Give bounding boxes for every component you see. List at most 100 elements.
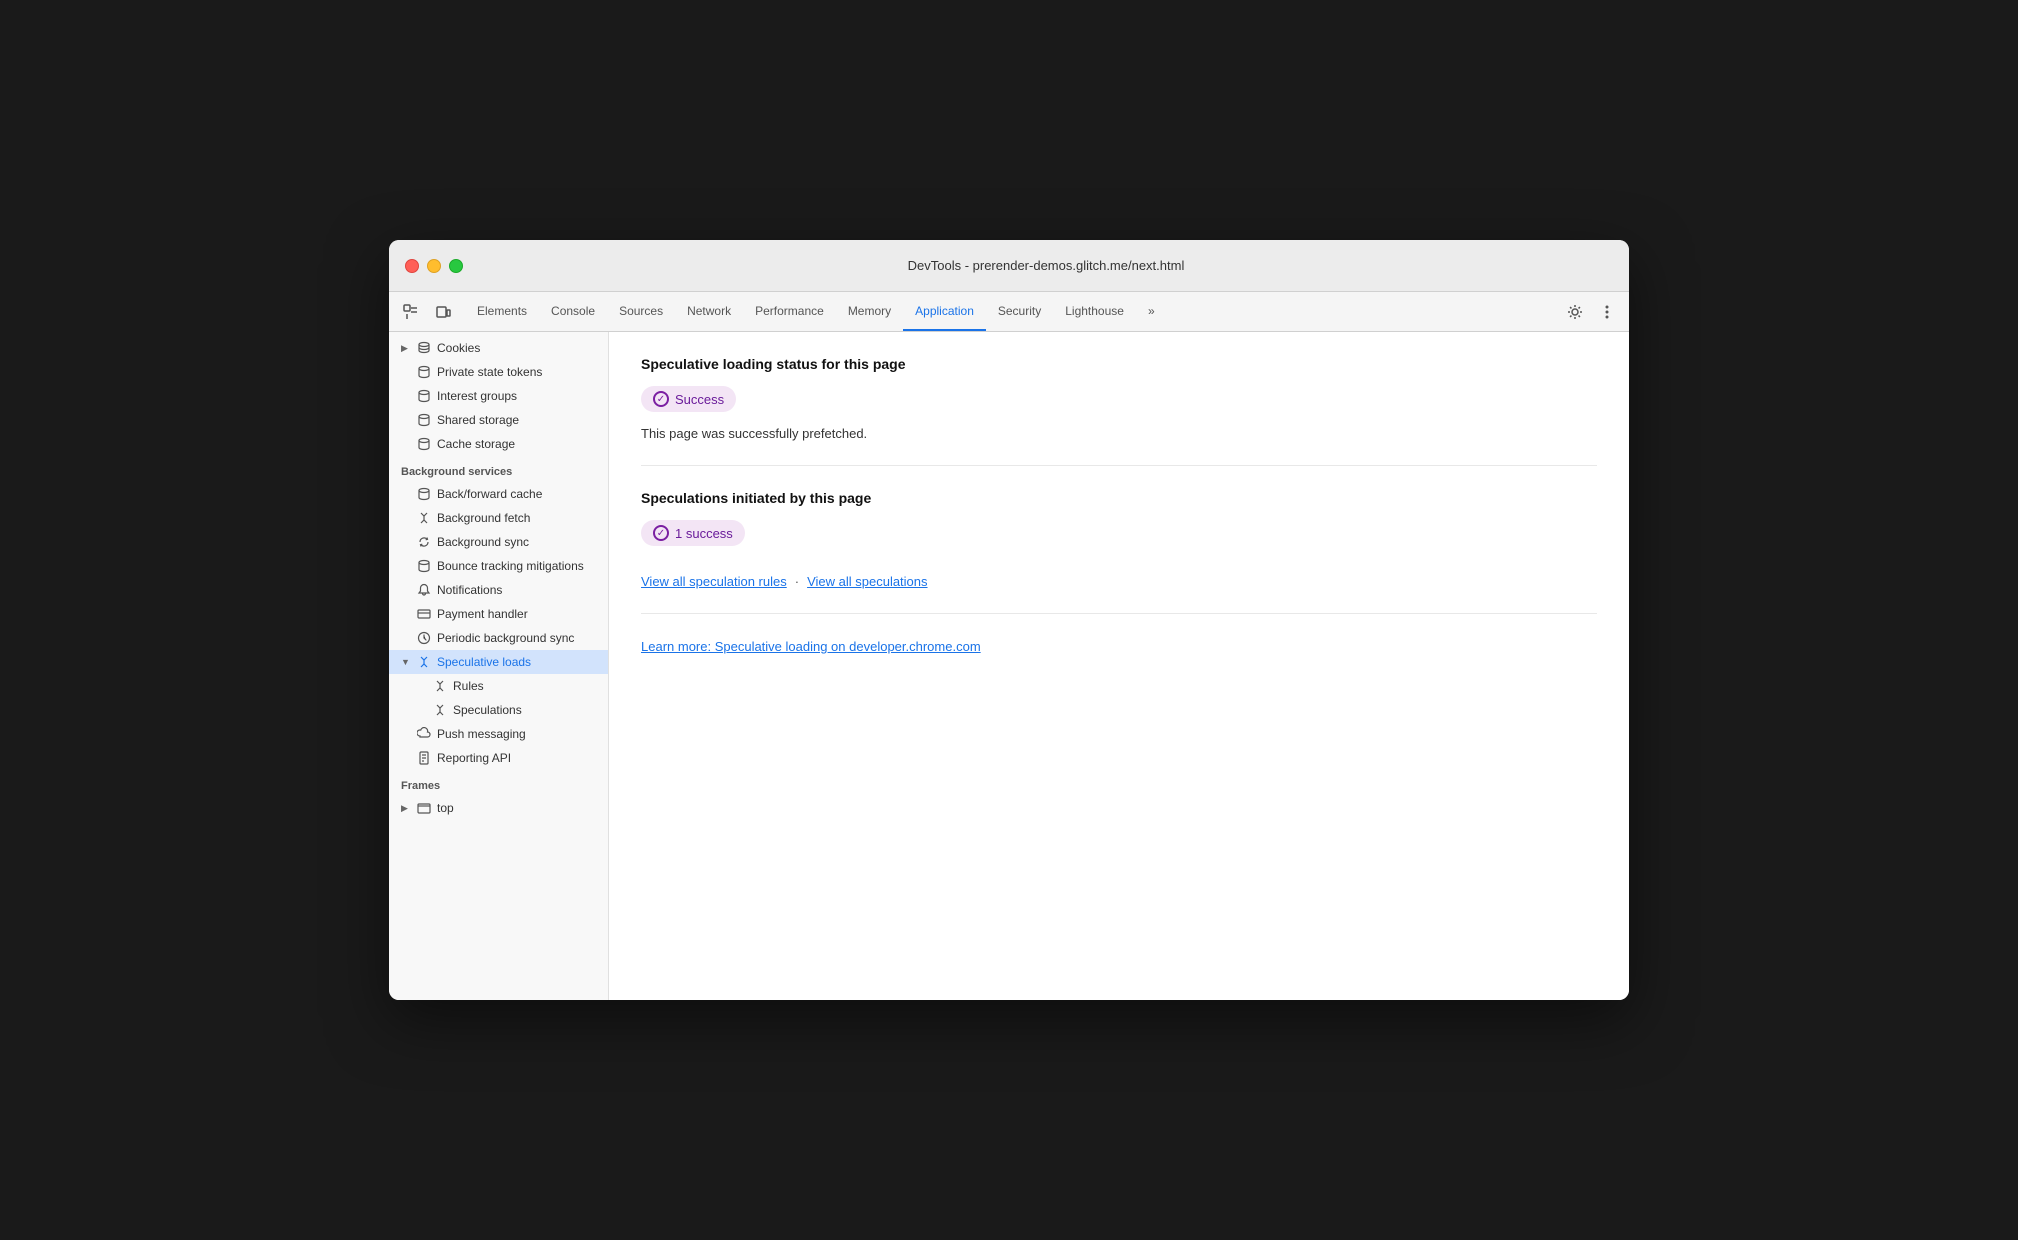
tab-elements[interactable]: Elements [465,292,539,331]
content-panel: Speculative loading status for this page… [609,332,1629,1000]
inspect-icon[interactable] [397,298,425,326]
toolbar: Elements Console Sources Network Perform… [389,292,1629,332]
rules-label: Rules [453,679,484,693]
private-state-tokens-label: Private state tokens [437,365,542,379]
speculative-loads-label: Speculative loads [437,655,531,669]
sidebar-item-private-state-tokens[interactable]: Private state tokens [389,360,608,384]
top-label: top [437,801,454,815]
speculations-title: Speculations initiated by this page [641,490,1597,506]
arrows-icon3 [433,679,447,693]
sidebar-item-cookies[interactable]: ▶ Cookies [389,336,608,360]
more-icon[interactable] [1593,298,1621,326]
one-success-badge: ✓ 1 success [641,520,745,546]
tab-more[interactable]: » [1136,292,1167,331]
sidebar-item-top[interactable]: ▶ top [389,796,608,820]
sidebar-item-shared-storage[interactable]: Shared storage [389,408,608,432]
maximize-button[interactable] [449,259,463,273]
notifications-label: Notifications [437,583,502,597]
links-row: View all speculation rules · View all sp… [641,574,1597,589]
cylinder-icon4 [417,437,431,451]
arrows-icon4 [433,703,447,717]
speculations-label: Speculations [453,703,522,717]
sidebar-item-periodic-background-sync[interactable]: Periodic background sync [389,626,608,650]
success-badge: ✓ Success [641,386,736,412]
cylinder-icon3 [417,413,431,427]
tab-lighthouse[interactable]: Lighthouse [1053,292,1136,331]
toolbar-icons [397,298,457,326]
devtools-window: DevTools - prerender-demos.glitch.me/nex… [389,240,1629,1000]
sidebar-item-payment-handler[interactable]: Payment handler [389,602,608,626]
arrows-icon2 [417,655,431,669]
frame-icon [417,801,431,815]
cylinder-icon5 [417,487,431,501]
cylinder-icon [417,365,431,379]
tab-console[interactable]: Console [539,292,607,331]
cloud-icon [417,727,431,741]
tab-memory[interactable]: Memory [836,292,903,331]
traffic-lights [405,259,463,273]
toolbar-actions [1561,298,1621,326]
sidebar-item-rules[interactable]: Rules [389,674,608,698]
sidebar-item-background-fetch[interactable]: Background fetch [389,506,608,530]
sidebar-item-interest-groups[interactable]: Interest groups [389,384,608,408]
main-content: ▶ Cookies Private state tokens [389,332,1629,1000]
sidebar-item-notifications[interactable]: Notifications [389,578,608,602]
top-arrow: ▶ [401,803,411,814]
push-messaging-label: Push messaging [437,727,526,741]
learn-more-link[interactable]: Learn more: Speculative loading on devel… [641,639,981,654]
sidebar: ▶ Cookies Private state tokens [389,332,609,1000]
sidebar-item-cache-storage[interactable]: Cache storage [389,432,608,456]
view-all-speculation-rules-link[interactable]: View all speculation rules [641,574,787,589]
tab-performance[interactable]: Performance [743,292,836,331]
device-icon[interactable] [429,298,457,326]
window-title: DevTools - prerender-demos.glitch.me/nex… [479,258,1613,273]
title-bar: DevTools - prerender-demos.glitch.me/nex… [389,240,1629,292]
settings-icon[interactable] [1561,298,1589,326]
status-section: Speculative loading status for this page… [641,356,1597,466]
check-circle-icon: ✓ [653,391,669,407]
learn-more-section: Learn more: Speculative loading on devel… [641,638,1597,680]
card-icon [417,607,431,621]
toolbar-tabs: Elements Console Sources Network Perform… [465,292,1561,331]
bell-icon [417,583,431,597]
sync-icon [417,535,431,549]
sidebar-item-background-sync[interactable]: Background sync [389,530,608,554]
background-sync-label: Background sync [437,535,529,549]
status-title: Speculative loading status for this page [641,356,1597,372]
periodic-background-sync-label: Periodic background sync [437,631,574,645]
cylinder-icon6 [417,559,431,573]
sidebar-item-bounce-tracking[interactable]: Bounce tracking mitigations [389,554,608,578]
cookies-arrow: ▶ [401,343,411,354]
status-description: This page was successfully prefetched. [641,426,1597,441]
background-services-section: Background services [389,456,608,482]
speculations-section: Speculations initiated by this page ✓ 1 … [641,490,1597,614]
tab-sources[interactable]: Sources [607,292,675,331]
sidebar-item-speculative-loads[interactable]: ▼ Speculative loads [389,650,608,674]
link-separator: · [795,574,799,589]
database-icon [417,341,431,355]
sidebar-item-speculations[interactable]: Speculations [389,698,608,722]
cookies-label: Cookies [437,341,480,355]
background-fetch-label: Background fetch [437,511,530,525]
shared-storage-label: Shared storage [437,413,519,427]
interest-groups-label: Interest groups [437,389,517,403]
tab-security[interactable]: Security [986,292,1053,331]
speculative-loads-arrow: ▼ [401,657,411,667]
frames-section: Frames [389,770,608,796]
bounce-tracking-label: Bounce tracking mitigations [437,559,584,573]
tab-application[interactable]: Application [903,292,986,331]
sidebar-item-back-forward-cache[interactable]: Back/forward cache [389,482,608,506]
view-all-speculations-link[interactable]: View all speculations [807,574,927,589]
sidebar-item-push-messaging[interactable]: Push messaging [389,722,608,746]
tab-network[interactable]: Network [675,292,743,331]
check-circle-icon2: ✓ [653,525,669,541]
payment-handler-label: Payment handler [437,607,528,621]
close-button[interactable] [405,259,419,273]
doc-icon [417,751,431,765]
sidebar-item-reporting-api[interactable]: Reporting API [389,746,608,770]
minimize-button[interactable] [427,259,441,273]
cache-storage-label: Cache storage [437,437,515,451]
one-success-text: 1 success [675,526,733,541]
clock-icon [417,631,431,645]
reporting-api-label: Reporting API [437,751,511,765]
